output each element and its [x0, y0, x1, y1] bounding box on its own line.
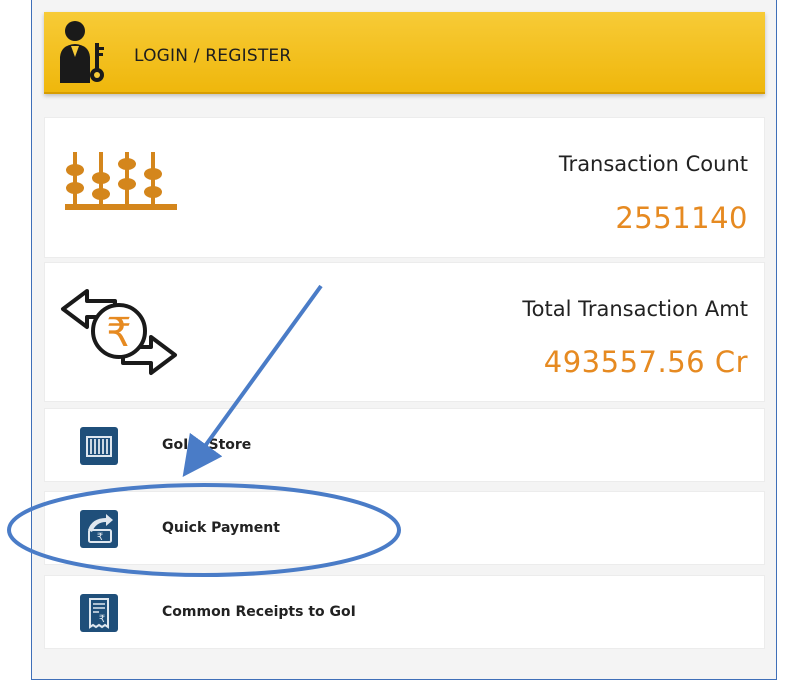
common-receipts-label: Common Receipts to GoI — [162, 604, 356, 620]
svg-text:₹: ₹ — [106, 310, 131, 356]
goi-estore-link[interactable]: GoI e-Store — [44, 408, 765, 482]
abacus-icon — [65, 152, 177, 210]
quick-payment-label: Quick Payment — [162, 520, 280, 536]
login-register-label: LOGIN / REGISTER — [134, 46, 292, 66]
goi-estore-label: GoI e-Store — [162, 437, 252, 453]
transaction-amount-label: Total Transaction Amt — [522, 297, 748, 321]
transaction-amount-value: 493557.56 Cr — [543, 345, 748, 379]
transaction-count-card: Transaction Count 2551140 — [44, 117, 765, 258]
receipt-icon: ₹ — [80, 594, 118, 632]
transaction-count-value: 2551140 — [615, 201, 748, 235]
user-key-icon — [60, 21, 104, 83]
transaction-amount-card: ₹ Total Transaction Amt 493557.56 Cr — [44, 262, 765, 402]
common-receipts-link[interactable]: ₹ Common Receipts to GoI — [44, 575, 765, 649]
rupee-exchange-icon: ₹ — [61, 289, 177, 375]
quick-payment-link[interactable]: ₹ Quick Payment — [44, 491, 765, 565]
store-icon — [80, 427, 118, 465]
payment-icon: ₹ — [80, 510, 118, 548]
svg-text:₹: ₹ — [99, 614, 105, 625]
login-register-button[interactable]: LOGIN / REGISTER — [44, 12, 765, 94]
svg-text:₹: ₹ — [97, 532, 103, 543]
transaction-count-label: Transaction Count — [558, 152, 748, 176]
